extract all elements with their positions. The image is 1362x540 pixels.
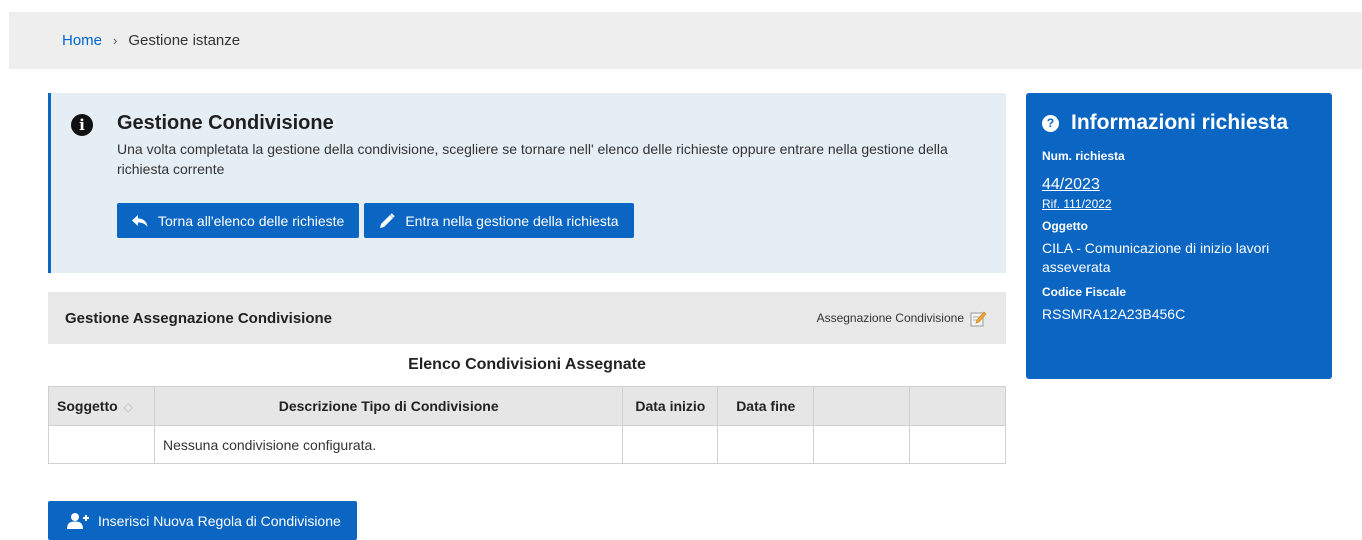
edit-note-icon bbox=[970, 311, 987, 326]
assignment-action-link[interactable]: Assegnazione Condivisione bbox=[817, 310, 987, 327]
sort-icon[interactable]: ◇ bbox=[124, 400, 133, 414]
breadcrumb-separator: › bbox=[113, 33, 118, 48]
shares-table: Soggetto ◇ Descrizione Tipo di Condivisio… bbox=[48, 386, 1006, 464]
num-richiesta-link[interactable]: 44/2023 bbox=[1042, 176, 1316, 194]
info-title: Gestione Condivisione bbox=[117, 112, 334, 134]
table-cell bbox=[48, 425, 155, 464]
request-info-panel: ? Informazioni richiesta Num. richiesta … bbox=[1026, 93, 1332, 379]
codice-fiscale-value: RSSMRA12A23B456C bbox=[1042, 306, 1186, 322]
info-button-row: Torna all'elenco delle richieste Entra n… bbox=[117, 203, 634, 238]
column-header-blank-1 bbox=[813, 386, 911, 426]
side-title: ? Informazioni richiesta bbox=[1042, 111, 1316, 135]
num-richiesta-label: Num. richiesta bbox=[1042, 149, 1125, 163]
side-title-label: Informazioni richiesta bbox=[1071, 111, 1289, 134]
question-icon: ? bbox=[1042, 114, 1059, 132]
reply-arrow-icon bbox=[131, 212, 149, 230]
codice-fiscale-label: Codice Fiscale bbox=[1042, 285, 1127, 299]
oggetto-value: CILA - Comunicazione di inizio lavori as… bbox=[1042, 240, 1270, 275]
column-header-blank-2 bbox=[909, 386, 1006, 426]
table-cell bbox=[622, 425, 719, 464]
table-cell bbox=[717, 425, 815, 464]
info-icon: i bbox=[71, 114, 93, 136]
pencil-icon bbox=[378, 212, 396, 230]
table-cell bbox=[909, 425, 1006, 464]
enter-request-button[interactable]: Entra nella gestione della richiesta bbox=[364, 203, 634, 238]
section-header: Gestione Assegnazione Condivisione Asseg… bbox=[48, 292, 1006, 344]
info-text: Una volta completata la gestione della c… bbox=[117, 141, 948, 177]
table-header-row: Soggetto ◇ Descrizione Tipo di Condivisio… bbox=[48, 386, 1006, 426]
table-cell bbox=[813, 425, 911, 464]
assignment-action-label: Assegnazione Condivisione bbox=[816, 311, 964, 325]
breadcrumb-current: Gestione istanze bbox=[128, 32, 241, 49]
oggetto-label: Oggetto bbox=[1042, 219, 1088, 233]
add-sharing-rule-label: Inserisci Nuova Regola di Condivisione bbox=[98, 512, 341, 529]
table-caption: Elenco Condivisioni Assegnate bbox=[408, 356, 646, 373]
enter-request-label: Entra nella gestione della richiesta bbox=[405, 212, 619, 229]
column-header-data-fine: Data fine bbox=[717, 386, 815, 426]
column-header-descrizione: Descrizione Tipo di Condivisione bbox=[153, 386, 624, 426]
add-user-icon bbox=[67, 512, 89, 529]
back-to-list-label: Torna all'elenco delle richieste bbox=[158, 212, 345, 229]
rif-link[interactable]: Rif. 111/2022 bbox=[1042, 197, 1316, 211]
empty-message: Nessuna condivisione configurata. bbox=[153, 425, 624, 464]
breadcrumb-home-link[interactable]: Home bbox=[62, 32, 102, 49]
column-header-data-inizio: Data inizio bbox=[622, 386, 719, 426]
add-sharing-rule-button[interactable]: Inserisci Nuova Regola di Condivisione bbox=[48, 501, 357, 540]
section-title: Gestione Assegnazione Condivisione bbox=[65, 309, 332, 327]
back-to-list-button[interactable]: Torna all'elenco delle richieste bbox=[117, 203, 360, 238]
info-callout: i Gestione Condivisione Una volta comple… bbox=[48, 93, 1006, 273]
table-row: Nessuna condivisione configurata. bbox=[48, 425, 1006, 464]
column-header-soggetto[interactable]: Soggetto ◇ bbox=[48, 386, 155, 426]
breadcrumb: Home › Gestione istanze bbox=[9, 12, 1362, 69]
